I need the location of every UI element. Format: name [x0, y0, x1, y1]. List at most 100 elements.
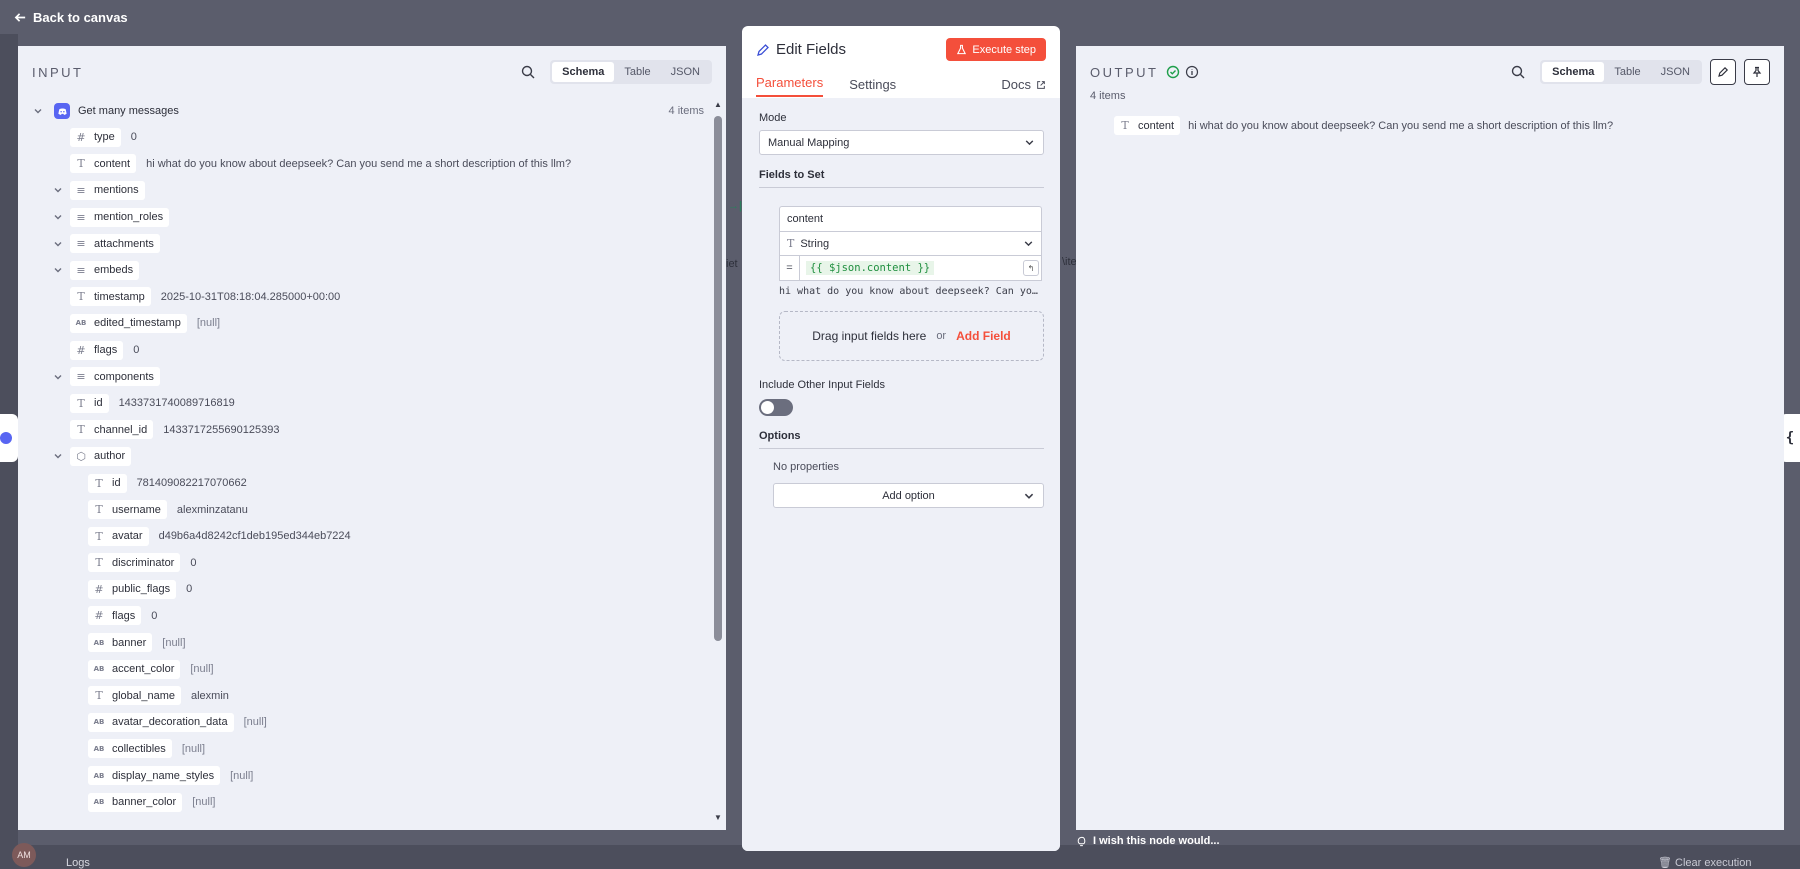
input-view-json[interactable]: JSON	[661, 62, 710, 82]
edit-output-button[interactable]	[1710, 59, 1736, 85]
field-pill[interactable]: Tcontent	[70, 154, 137, 174]
field-pill[interactable]: ≡ mention_roles	[70, 207, 170, 227]
schema-row[interactable]: # flags 0	[32, 603, 726, 630]
avatar[interactable]: AM	[12, 843, 36, 867]
field-pill[interactable]: Tavatar	[88, 526, 149, 546]
schema-row[interactable]: AB accent_color [null]	[32, 656, 726, 683]
field-pill[interactable]: Tchannel_id	[70, 420, 154, 440]
mode-select[interactable]: Manual Mapping	[759, 130, 1044, 155]
field-pill[interactable]: Tusername	[88, 500, 167, 520]
schema-row[interactable]: ⬡ author	[32, 443, 726, 470]
info-icon[interactable]	[1185, 65, 1199, 79]
schema-row[interactable]: Tdiscriminator 0	[32, 550, 726, 577]
field-pill[interactable]: Tglobal_name	[88, 686, 181, 706]
scroll-up-icon[interactable]: ▲	[712, 98, 724, 110]
schema-row[interactable]: Tcontent hi what do you know about deepse…	[32, 151, 726, 178]
schema-row[interactable]: AB avatar_decoration_data [null]	[32, 709, 726, 736]
feedback-link[interactable]: I wish this node would...	[1076, 835, 1220, 847]
field-pill[interactable]: # type	[70, 127, 121, 147]
schema-row[interactable]: AB display_name_styles [null]	[32, 762, 726, 789]
field-pill[interactable]: # flags	[70, 340, 124, 360]
input-view-table[interactable]: Table	[614, 62, 660, 82]
schema-row[interactable]: ≡ embeds	[32, 257, 726, 284]
docs-link[interactable]: Docs	[1001, 77, 1046, 97]
output-view-table[interactable]: Table	[1604, 62, 1650, 82]
schema-row[interactable]: Tchannel_id 1433717255690125393	[32, 417, 726, 444]
scrollbar-thumb[interactable]	[714, 116, 722, 641]
drop-zone[interactable]: Drag input fields here or Add Field	[779, 311, 1044, 361]
output-schema-row[interactable]: Tcontent hi what do you know about deepse…	[1114, 116, 1784, 135]
output-view-schema[interactable]: Schema	[1542, 62, 1605, 82]
schema-row[interactable]: AB collectibles [null]	[32, 736, 726, 763]
root-item[interactable]: Get many messages 4 items	[32, 98, 726, 124]
field-pill[interactable]: AB banner_color	[88, 792, 183, 812]
input-view-schema[interactable]: Schema	[552, 62, 615, 82]
chevron-down-icon[interactable]	[52, 184, 64, 196]
schema-row[interactable]: # flags 0	[32, 337, 726, 364]
expand-expression-icon[interactable]: ↰	[1023, 260, 1039, 276]
schema-row[interactable]: # public_flags 0	[32, 576, 726, 603]
schema-row[interactable]: Tid 781409082217070662	[32, 470, 726, 497]
clear-execution-button[interactable]: 🗑 Clear execution	[1658, 856, 1751, 869]
execute-step-button[interactable]: Execute step	[946, 38, 1046, 61]
add-field-button[interactable]: Add Field	[956, 329, 1011, 343]
schema-row[interactable]: ≡ mentions	[32, 177, 726, 204]
schema-row[interactable]: Tavatar d49b6a4d8242cf1deb195ed344eb7224	[32, 523, 726, 550]
schema-row[interactable]: Tid 1433731740089716819	[32, 390, 726, 417]
chevron-down-icon[interactable]	[52, 450, 64, 462]
back-to-canvas-link[interactable]: Back to canvas	[14, 10, 128, 25]
field-pill[interactable]: ≡ attachments	[70, 234, 160, 254]
logs-label[interactable]: Logs	[66, 857, 90, 869]
schema-row[interactable]: Ttimestamp 2025-10-31T08:18:04.285000+00:…	[32, 284, 726, 311]
chevron-down-icon[interactable]	[52, 211, 64, 223]
field-pill[interactable]: Ttimestamp	[70, 287, 151, 307]
field-pill[interactable]: AB collectibles	[88, 739, 172, 759]
chevron-down-icon[interactable]	[52, 371, 64, 383]
search-icon[interactable]	[520, 64, 536, 80]
include-other-toggle[interactable]	[759, 399, 793, 416]
field-pill[interactable]: AB avatar_decoration_data	[88, 712, 234, 732]
field-name: accent_color	[112, 663, 175, 676]
field-pill[interactable]: Tid	[70, 393, 109, 413]
schema-row[interactable]: ≡ mention_roles	[32, 204, 726, 231]
pin-output-button[interactable]	[1744, 59, 1770, 85]
field-pill[interactable]: ⬡ author	[70, 446, 132, 466]
canvas-label-fragment-right: \ite	[1062, 256, 1077, 268]
options-label: Options	[759, 430, 801, 442]
schema-row[interactable]: ≡ attachments	[32, 230, 726, 257]
chevron-down-icon[interactable]	[32, 105, 44, 117]
field-pill[interactable]: ≡ mentions	[70, 180, 145, 200]
field-expression-input[interactable]: = {{ $json.content }} ↰	[779, 256, 1042, 281]
input-node-handle[interactable]	[0, 414, 18, 462]
tab-parameters[interactable]: Parameters	[756, 75, 824, 97]
field-type-select[interactable]: T String	[779, 231, 1042, 256]
field-pill[interactable]: AB accent_color	[88, 659, 181, 679]
add-option-button[interactable]: Add option	[773, 483, 1044, 508]
field-name-input[interactable]: content	[779, 206, 1042, 231]
schema-row[interactable]: Tusername alexminzatanu	[32, 496, 726, 523]
field-pill[interactable]: # flags	[88, 606, 142, 626]
schema-row[interactable]: AB banner [null]	[32, 629, 726, 656]
field-pill[interactable]: AB display_name_styles	[88, 766, 221, 786]
field-pill[interactable]: Tcontent	[1114, 116, 1181, 135]
schema-row[interactable]: Tglobal_name alexmin	[32, 682, 726, 709]
schema-row[interactable]: AB banner_color [null]	[32, 789, 726, 816]
field-pill[interactable]: AB banner	[88, 633, 153, 653]
schema-row[interactable]: # type 0	[32, 124, 726, 151]
field-value: 1433717255690125393	[163, 423, 280, 436]
field-pill[interactable]: Tdiscriminator	[88, 553, 181, 573]
field-pill[interactable]: # public_flags	[88, 579, 177, 599]
schema-row[interactable]: AB edited_timestamp [null]	[32, 310, 726, 337]
field-pill[interactable]: ≡ components	[70, 367, 160, 387]
chevron-down-icon[interactable]	[52, 238, 64, 250]
tab-settings[interactable]: Settings	[849, 77, 896, 97]
chevron-down-icon[interactable]	[52, 264, 64, 276]
output-view-json[interactable]: JSON	[1651, 62, 1700, 82]
field-pill[interactable]: Tid	[88, 473, 127, 493]
scrollbar[interactable]: ▲ ▼	[712, 98, 724, 823]
search-icon[interactable]	[1510, 64, 1526, 80]
schema-row[interactable]: ≡ components	[32, 363, 726, 390]
scroll-down-icon[interactable]: ▼	[712, 811, 724, 823]
field-pill[interactable]: ≡ embeds	[70, 260, 140, 280]
field-pill[interactable]: AB edited_timestamp	[70, 313, 187, 333]
